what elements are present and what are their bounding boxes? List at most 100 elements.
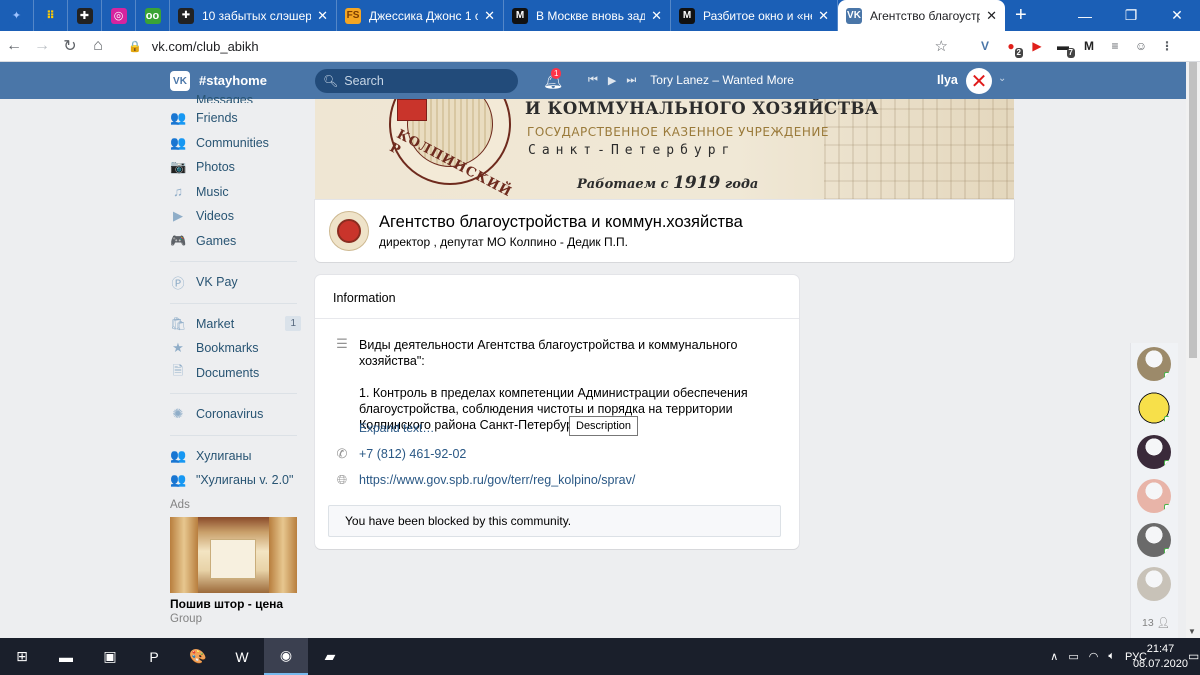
url-text[interactable]: vk.com/club_abikh	[152, 39, 935, 54]
taskbar-apps: ⊞ ▬ ▣ P 🎨 W ◉ ▰	[0, 638, 352, 675]
wifi-icon[interactable]: ◠	[1089, 650, 1099, 663]
friend-avatar[interactable]	[1137, 479, 1171, 513]
sidebar-item-music[interactable]: ♫ Music	[166, 180, 306, 205]
sidebar-item-bookmarks[interactable]: ★ Bookmarks	[166, 336, 306, 361]
ad-title[interactable]: Пошив штор - цена	[166, 597, 306, 611]
profile-avatar-icon[interactable]: ☺	[1128, 33, 1154, 59]
tv-extension-icon[interactable]: ▬ 7	[1050, 33, 1076, 59]
menu-dots-icon[interactable]: ⋮	[1154, 33, 1180, 59]
calendar-app-icon[interactable]: ▣	[88, 638, 132, 675]
close-icon[interactable]: ✕	[818, 8, 829, 24]
close-window-icon[interactable]: ✕	[1154, 0, 1200, 31]
sidebar-item-хулиганы[interactable]: 👥 Хулиганы	[166, 444, 306, 469]
sidebar-item-friends[interactable]: 👥 Friends	[166, 106, 306, 131]
sidebar-item-documents[interactable]: 🗎 Documents	[166, 361, 306, 386]
sidebar-item-coronavirus[interactable]: ✺ Coronavirus	[166, 402, 306, 427]
expand-text-link[interactable]: Expand text…	[359, 421, 434, 435]
user-avatar[interactable]: ✕	[966, 68, 992, 94]
restore-icon[interactable]: ❐	[1108, 0, 1154, 31]
forward-arrow-icon[interactable]: →	[28, 32, 56, 60]
address-bar[interactable]: 🔒 vk.com/club_abikh ☆	[118, 33, 958, 59]
friend-avatar[interactable]	[1137, 391, 1171, 425]
system-clock[interactable]: 21:47 08.07.2020	[1133, 642, 1188, 672]
phone-number[interactable]: +7 (812) 461-92-02	[359, 447, 466, 461]
browser-tab-strip: ✦ ⠿ ✚ ◎ oo ✚ 10 забытых слэшеров ✕ FS Джессика Дж…	[0, 0, 1200, 31]
sidebar-item-videos[interactable]: ▶ Videos	[166, 204, 306, 229]
browser-tab[interactable]: M Разбитое окно и «нек ✕	[671, 0, 838, 31]
usb-drive-icon[interactable]: ▰	[308, 638, 352, 675]
scroll-down-arrow-icon[interactable]: ▼	[1188, 627, 1196, 636]
friend-avatar[interactable]	[1137, 435, 1171, 469]
notifications-bell-icon[interactable]: 🔔︎ 1	[543, 68, 563, 91]
chevron-down-icon[interactable]: ⌄	[998, 73, 1006, 84]
action-center-icon[interactable]: ▭	[1188, 649, 1200, 663]
sidebar-item-хулиганы-v-2-0[interactable]: 👥 "Хулиганы v. 2.0"	[166, 468, 306, 493]
pinned-tab[interactable]: oo	[136, 0, 170, 31]
cover-since: Работаем с 1919 года	[577, 173, 758, 193]
pinned-tab[interactable]: ⠿	[34, 0, 68, 31]
playstation-icon[interactable]: P	[132, 638, 176, 675]
browser-tab[interactable]: VK Агентство благоустрой ✕	[838, 0, 1005, 31]
red-extension-icon[interactable]: ● 2	[998, 33, 1024, 59]
close-icon[interactable]: ✕	[317, 8, 328, 24]
ad-image[interactable]	[170, 516, 297, 593]
reload-icon[interactable]: ↻	[56, 32, 84, 60]
close-icon[interactable]: ✕	[986, 8, 997, 24]
sidebar-item-messages[interactable]: Messages	[166, 95, 306, 103]
divider	[170, 393, 297, 394]
browser-tab[interactable]: M В Москве вновь задер ✕	[504, 0, 671, 31]
sidebar-item-photos[interactable]: 📷 Photos	[166, 155, 306, 180]
playlist-icon[interactable]: ≡	[1102, 33, 1128, 59]
user-name[interactable]: Ilya	[937, 73, 958, 87]
pinned-tab[interactable]: ✚	[68, 0, 102, 31]
battery-icon[interactable]: ▭	[1068, 650, 1078, 663]
sidebar-item-vk-pay[interactable]: Ⓟ VK Pay	[166, 270, 306, 295]
friends-online-count[interactable]: 13 👤︎	[1142, 616, 1170, 629]
pinned-tab[interactable]: ◎	[102, 0, 136, 31]
video-extension-icon[interactable]: ▶	[1024, 33, 1050, 59]
community-avatar[interactable]	[329, 211, 369, 251]
bookmark-star-icon[interactable]: ☆	[935, 37, 948, 55]
paint-icon[interactable]: 🎨	[176, 638, 220, 675]
sidebar-item-games[interactable]: 🎮 Games	[166, 229, 306, 254]
sidebar-item-label: "Хулиганы v. 2.0"	[196, 473, 294, 488]
m-extension-icon[interactable]: M	[1076, 33, 1102, 59]
page-scrollbar[interactable]: ▼	[1186, 62, 1200, 638]
friend-avatar[interactable]	[1137, 347, 1171, 381]
hashtag-label[interactable]: #stayhome	[199, 73, 267, 88]
search-box[interactable]: 🔍︎	[315, 69, 518, 93]
search-input[interactable]	[344, 74, 505, 88]
divider	[170, 261, 297, 262]
chevron-up-icon[interactable]: ∧	[1050, 650, 1058, 663]
audio-player: ⏮ ▶ ⏭ Tory Lanez – Wanted More	[588, 73, 794, 87]
close-icon[interactable]: ✕	[651, 8, 662, 24]
chrome-icon[interactable]: ◉	[264, 638, 308, 675]
tab-title: Джессика Джонс 1 сез	[369, 8, 479, 23]
information-card: Information ☰ Виды деятельности Агентств…	[315, 275, 799, 549]
world-of-tanks-icon[interactable]: W	[220, 638, 264, 675]
windows-start-icon[interactable]: ⊞	[0, 638, 44, 675]
v-extension-icon[interactable]: V	[972, 33, 998, 59]
new-tab-plus-icon[interactable]: +	[1005, 0, 1037, 31]
close-icon[interactable]: ✕	[484, 8, 495, 24]
friend-avatar[interactable]	[1137, 523, 1171, 557]
website-link[interactable]: https://www.gov.spb.ru/gov/terr/reg_kolp…	[359, 473, 635, 487]
browser-tab[interactable]: ✚ 10 забытых слэшеров ✕	[170, 0, 337, 31]
browser-tab[interactable]: FS Джессика Джонс 1 сез ✕	[337, 0, 504, 31]
minimize-icon[interactable]: —	[1062, 0, 1108, 31]
volume-icon[interactable]: 🔈︎	[1108, 650, 1115, 663]
pinned-tab[interactable]: ✦	[0, 0, 34, 31]
back-arrow-icon[interactable]: ←	[0, 32, 28, 60]
search-icon: 🔍︎	[323, 74, 339, 88]
sidebar-item-communities[interactable]: 👥 Communities	[166, 131, 306, 156]
next-track-icon[interactable]: ⏭	[626, 74, 636, 87]
file-explorer-icon[interactable]: ▬	[44, 638, 88, 675]
previous-track-icon[interactable]: ⏮	[588, 74, 598, 87]
friend-avatar[interactable]	[1137, 567, 1171, 601]
vk-logo-icon[interactable]: VK	[170, 71, 190, 91]
scrollbar-thumb[interactable]	[1189, 62, 1197, 358]
sidebar-item-market[interactable]: 🛍 Market 1	[166, 312, 306, 337]
track-title[interactable]: Tory Lanez – Wanted More	[650, 73, 794, 87]
play-icon[interactable]: ▶	[608, 74, 616, 87]
home-icon[interactable]: ⌂	[84, 32, 112, 60]
